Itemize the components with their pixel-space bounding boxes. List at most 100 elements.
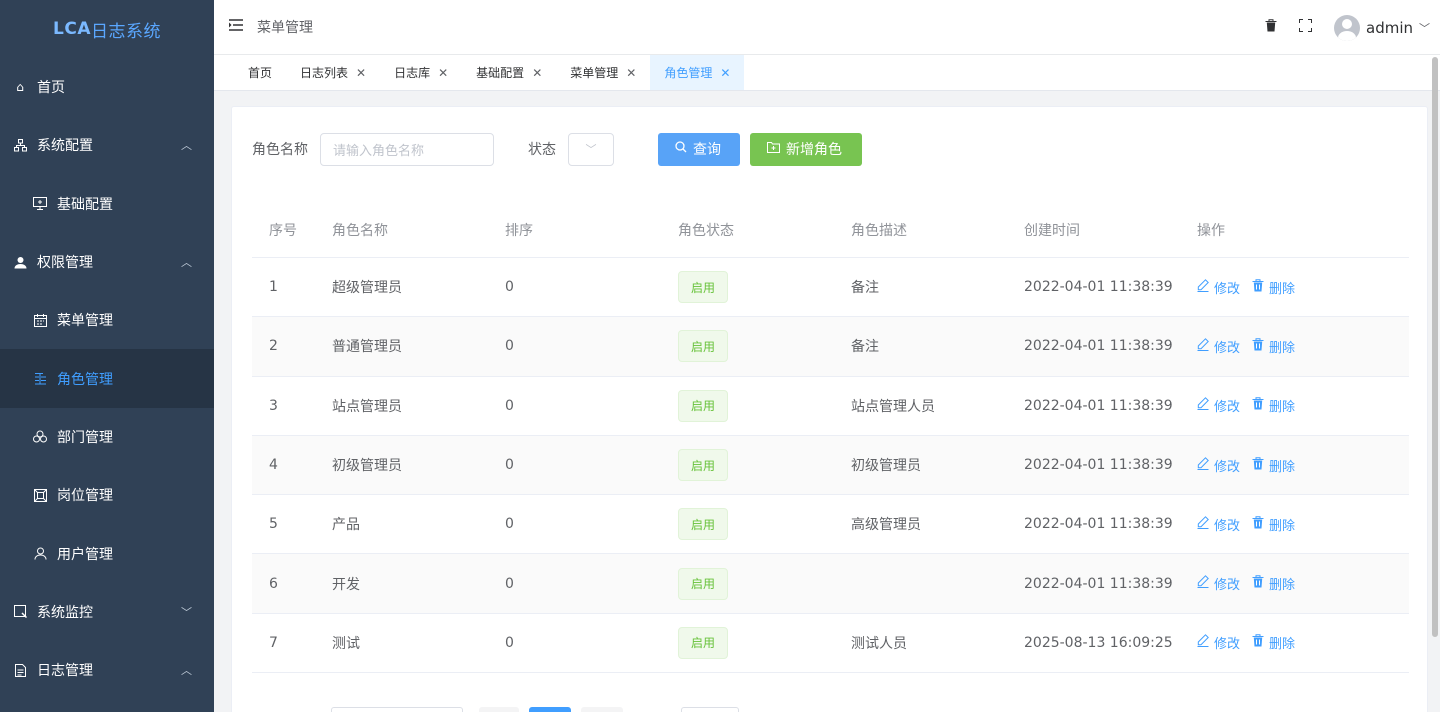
- query-button[interactable]: 查询: [658, 132, 740, 166]
- column-header: 排序: [505, 223, 533, 239]
- query-label: 查询: [693, 142, 721, 158]
- close-icon[interactable]: ✕: [720, 66, 730, 80]
- sidebar-item-user-manage[interactable]: 用户管理: [0, 524, 214, 583]
- sidebar-item-menu-manage[interactable]: 菜单管理: [0, 291, 214, 350]
- page-size-select[interactable]: [331, 707, 463, 712]
- close-icon[interactable]: ✕: [626, 66, 636, 80]
- cell-sort: 0: [505, 575, 514, 592]
- scrollbar-thumb[interactable]: [1432, 57, 1438, 637]
- delete-label: 删除: [1269, 340, 1296, 356]
- role-name-label: 角色名称: [252, 142, 308, 158]
- table-row: 4 初级管理员 0 启用 初级管理员 2022-04-01 11:38:39 修改 删除: [252, 435, 1409, 496]
- cell-status: 启用: [678, 567, 851, 600]
- hamburger-icon[interactable]: [229, 19, 245, 35]
- table-row: 6 开发 0 启用 2022-04-01 11:38:39 修改 删除: [252, 554, 1409, 614]
- tab-label: 日志库: [394, 66, 431, 80]
- sidebar-item-department[interactable]: 部门管理: [0, 407, 214, 467]
- close-icon[interactable]: ✕: [356, 66, 366, 80]
- edit-label: 修改: [1214, 518, 1241, 534]
- status-badge: 启用: [678, 567, 728, 600]
- cell-name: 初级管理员: [332, 458, 402, 475]
- chevron-down-icon[interactable]: ﹀: [1419, 20, 1430, 36]
- edit-label: 修改: [1214, 340, 1241, 356]
- monitor-icon: [32, 196, 48, 212]
- role-name-input[interactable]: 请输入角色名称: [320, 132, 494, 166]
- sidebar-item-system-monitor[interactable]: 系统监控 ﹀: [0, 583, 214, 641]
- tab-log-list[interactable]: 日志列表 ✕: [286, 55, 380, 90]
- status-badge: 启用: [678, 508, 728, 541]
- fullscreen-icon[interactable]: [1288, 19, 1322, 36]
- sidebar-item-system-config[interactable]: 系统配置 ︿: [0, 116, 214, 174]
- chevron-down-icon: ﹀: [585, 143, 597, 156]
- delete-button[interactable]: 删除: [1252, 456, 1295, 475]
- home-icon: ⌂: [16, 80, 24, 95]
- edit-icon: [1197, 575, 1209, 592]
- monitor-icon: [12, 604, 28, 620]
- edit-button[interactable]: 修改: [1197, 515, 1240, 534]
- tab-menu-manage[interactable]: 菜单管理 ✕: [556, 55, 650, 90]
- sidebar-item-home[interactable]: ⌂ 首页: [0, 58, 214, 116]
- trash-icon: [1252, 338, 1264, 355]
- delete-label: 删除: [1269, 400, 1296, 416]
- delete-button[interactable]: 删除: [1252, 278, 1295, 297]
- delete-button[interactable]: 删除: [1252, 633, 1295, 652]
- cell-sort: 0: [505, 397, 514, 414]
- cell-created: 2022-04-01 11:38:39: [1024, 516, 1173, 533]
- cell-desc: 备注: [851, 339, 879, 356]
- cell-actions: 修改 删除: [1197, 456, 1409, 475]
- edit-icon: [1197, 634, 1209, 651]
- tab-home[interactable]: 首页: [234, 55, 286, 90]
- trash-icon[interactable]: [1254, 19, 1288, 36]
- app-logo[interactable]: LCA 日志系统: [0, 0, 214, 58]
- cell-no: 5: [269, 516, 278, 533]
- status-badge: 启用: [678, 389, 728, 422]
- cell-no: 4: [269, 457, 278, 474]
- top-header: 菜单管理 admin ﹀: [214, 0, 1440, 55]
- edit-button[interactable]: 修改: [1197, 633, 1240, 652]
- edit-button[interactable]: 修改: [1197, 278, 1240, 297]
- column-header: 序号: [269, 223, 297, 239]
- sidebar-item-permission[interactable]: 权限管理 ︿: [0, 233, 214, 291]
- cell-created: 2022-04-01 11:38:39: [1024, 575, 1173, 592]
- chevron-up-icon: ︿: [181, 664, 192, 678]
- tab-log-db[interactable]: 日志库 ✕: [380, 55, 462, 90]
- tab-role-manage[interactable]: 角色管理 ✕: [650, 55, 745, 90]
- edit-icon: [1197, 338, 1209, 355]
- edit-button[interactable]: 修改: [1197, 574, 1240, 593]
- person-icon: [32, 546, 48, 562]
- sidebar-item-basic-config[interactable]: 基础配置: [0, 174, 214, 233]
- delete-button[interactable]: 删除: [1252, 337, 1295, 356]
- add-role-button[interactable]: 新增角色: [750, 132, 862, 166]
- page-jump-input[interactable]: [681, 707, 739, 712]
- prev-page-button[interactable]: [479, 707, 519, 712]
- vertical-scrollbar[interactable]: [1432, 55, 1438, 655]
- cell-sort: 0: [505, 457, 514, 474]
- sidebar-item-log-manage[interactable]: 日志管理 ︿: [0, 641, 214, 699]
- edit-button[interactable]: 修改: [1197, 337, 1240, 356]
- delete-button[interactable]: 删除: [1252, 396, 1295, 415]
- cell-sort: 0: [505, 516, 514, 533]
- cell-sort: 0: [505, 338, 514, 355]
- delete-button[interactable]: 删除: [1252, 515, 1295, 534]
- close-icon[interactable]: ✕: [438, 66, 448, 80]
- sidebar-item-role-manage[interactable]: 角色管理: [0, 349, 214, 408]
- add-role-label: 新增角色: [786, 142, 842, 158]
- table-header: 序号 角色名称 排序 角色状态 角色描述 创建时间 操作: [252, 203, 1409, 258]
- status-select[interactable]: ﹀: [568, 132, 614, 166]
- sidebar-item-position[interactable]: 岗位管理: [0, 466, 214, 525]
- delete-label: 删除: [1269, 281, 1296, 297]
- username[interactable]: admin: [1366, 19, 1413, 37]
- delete-button[interactable]: 删除: [1252, 574, 1295, 593]
- sidebar-item-label: 部门管理: [57, 429, 113, 446]
- tab-basic-config[interactable]: 基础配置 ✕: [462, 55, 556, 90]
- sidebar-item-label: 用户管理: [57, 546, 113, 563]
- cell-actions: 修改 删除: [1197, 633, 1409, 652]
- close-icon[interactable]: ✕: [532, 66, 542, 80]
- tab-label: 菜单管理: [570, 66, 619, 80]
- page-number-current[interactable]: [529, 707, 571, 712]
- edit-button[interactable]: 修改: [1197, 396, 1240, 415]
- next-page-button[interactable]: [581, 707, 623, 712]
- edit-button[interactable]: 修改: [1197, 456, 1240, 475]
- status-label: 状态: [528, 142, 556, 158]
- avatar[interactable]: [1334, 14, 1360, 41]
